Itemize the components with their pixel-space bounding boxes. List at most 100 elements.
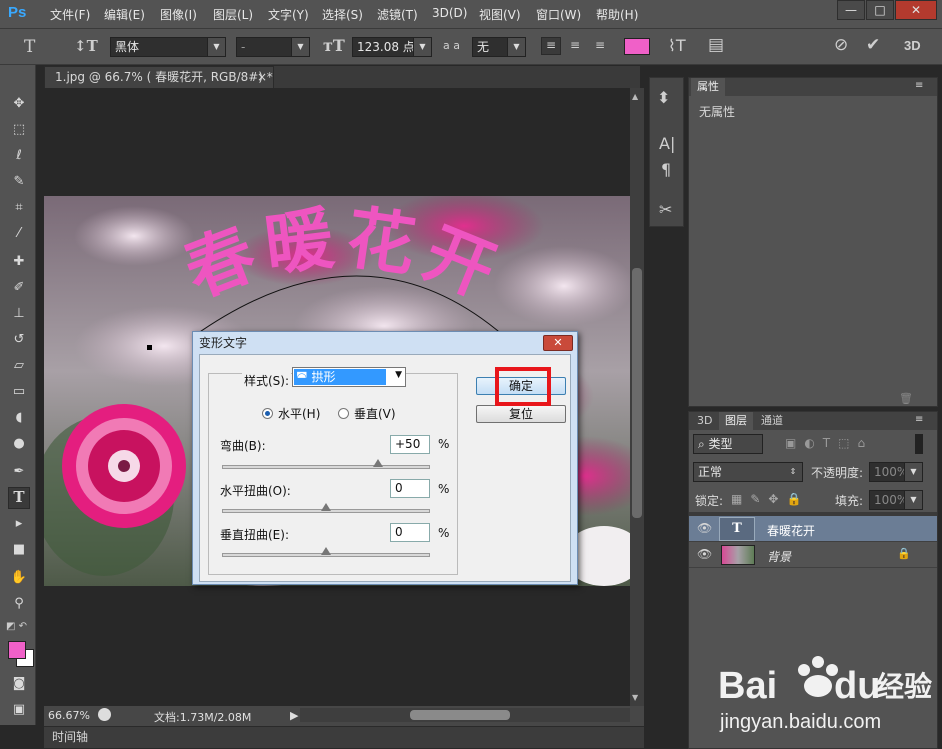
opacity-input[interactable]: 100% ▼ bbox=[869, 462, 923, 482]
minimize-button[interactable]: — bbox=[837, 0, 865, 20]
character-panel-icon[interactable]: ▤ bbox=[708, 35, 724, 55]
antialias-select[interactable]: 无 ▼ bbox=[472, 37, 526, 57]
hand-tool-icon[interactable]: ✋ bbox=[8, 567, 30, 589]
gradient-tool-icon[interactable]: ▭ bbox=[8, 381, 30, 403]
restore-button[interactable]: □ bbox=[866, 0, 894, 20]
vertical-scroll-thumb[interactable] bbox=[632, 268, 642, 518]
fill-input[interactable]: 100% ▼ bbox=[869, 490, 923, 510]
scroll-down-icon[interactable]: ▼ bbox=[632, 693, 638, 702]
dialog-close-button[interactable]: ✕ bbox=[543, 335, 573, 351]
tab-channels[interactable]: 通道 bbox=[755, 412, 789, 430]
pen-tool-icon[interactable]: ✒ bbox=[8, 461, 30, 483]
default-colors-icon[interactable]: ◩ ↶ bbox=[6, 621, 27, 632]
font-family-select[interactable]: 黑体 ▼ bbox=[110, 37, 226, 57]
bend-slider-thumb[interactable] bbox=[373, 459, 383, 467]
horizontal-radio[interactable] bbox=[262, 408, 273, 419]
bend-input[interactable]: +50 bbox=[390, 435, 430, 454]
healing-brush-tool-icon[interactable]: ✚ bbox=[8, 251, 30, 273]
reset-button[interactable]: 复位 bbox=[476, 405, 566, 423]
panel-menu-icon[interactable]: ≡ bbox=[915, 414, 923, 425]
menu-type[interactable]: 文字(Y) bbox=[268, 6, 309, 23]
menu-window[interactable]: 窗口(W) bbox=[536, 6, 581, 23]
tool-presets-icon[interactable]: ✂ bbox=[659, 200, 672, 219]
vertical-scrollbar[interactable]: ▲ ▼ bbox=[630, 88, 644, 706]
tab-layers[interactable]: 图层 bbox=[719, 412, 753, 430]
close-tab-icon[interactable]: × bbox=[257, 67, 267, 87]
marquee-tool-icon[interactable]: ⬚ bbox=[8, 119, 30, 141]
trash-icon[interactable]: 🗑 bbox=[899, 392, 913, 405]
foreground-color-swatch[interactable] bbox=[8, 641, 26, 659]
layer-row-background[interactable]: 👁 背景 🔒 bbox=[689, 542, 937, 568]
zoom-level[interactable]: 66.67% bbox=[48, 709, 90, 722]
menu-help[interactable]: 帮助(H) bbox=[596, 6, 638, 23]
zoom-tool-icon[interactable]: ⚲ bbox=[8, 593, 30, 615]
eye-icon[interactable]: 👁 bbox=[697, 521, 712, 535]
eraser-tool-icon[interactable]: ▱ bbox=[8, 355, 30, 377]
menu-image[interactable]: 图像(I) bbox=[160, 6, 197, 23]
menu-layer[interactable]: 图层(L) bbox=[213, 6, 253, 23]
panel-menu-icon[interactable]: ≡ bbox=[915, 80, 923, 91]
move-tool-icon[interactable]: ✥ bbox=[8, 93, 30, 115]
filter-toggle[interactable] bbox=[915, 434, 923, 454]
crop-tool-icon[interactable]: ⌗ bbox=[8, 197, 30, 219]
character-panel-icon[interactable]: A| bbox=[659, 134, 675, 153]
menu-file[interactable]: 文件(F) bbox=[50, 6, 90, 23]
warp-text-icon[interactable]: ⌇T bbox=[668, 36, 686, 55]
cancel-icon[interactable]: ⊘ bbox=[834, 35, 848, 55]
tab-properties[interactable]: 属性 bbox=[691, 78, 725, 96]
lock-icons[interactable]: ▦✎✥🔒 bbox=[731, 492, 809, 506]
commit-icon[interactable]: ✔ bbox=[866, 35, 880, 55]
document-tab[interactable]: 1.jpg @ 66.7% ( 春暖花开, RGB/8#) * × bbox=[44, 66, 274, 88]
blur-tool-icon[interactable]: ◖ bbox=[8, 407, 30, 429]
history-brush-tool-icon[interactable]: ↺ bbox=[8, 329, 30, 351]
font-style-select[interactable]: - ▼ bbox=[236, 37, 310, 57]
menu-edit[interactable]: 编辑(E) bbox=[104, 6, 145, 23]
style-select[interactable]: ◚ 拱形 ▼ bbox=[292, 367, 406, 387]
timeline-bar[interactable]: 时间轴 bbox=[44, 726, 644, 748]
text-color-swatch[interactable] bbox=[624, 38, 650, 55]
menu-3d[interactable]: 3D(D) bbox=[432, 6, 467, 20]
eye-icon[interactable]: 👁 bbox=[697, 547, 712, 561]
eyedropper-tool-icon[interactable]: ⁄ bbox=[8, 223, 30, 245]
status-menu-icon[interactable] bbox=[98, 708, 111, 721]
scroll-up-icon[interactable]: ▲ bbox=[632, 92, 638, 101]
horizontal-scroll-thumb[interactable] bbox=[410, 710, 510, 720]
quick-mask-icon[interactable]: ◙ bbox=[8, 673, 30, 695]
type-tool-icon[interactable]: T bbox=[24, 37, 35, 57]
vertical-distortion-input[interactable]: 0 bbox=[390, 523, 430, 542]
align-right-button[interactable]: ≡ bbox=[591, 38, 609, 52]
vertical-distortion-thumb[interactable] bbox=[321, 547, 331, 555]
menu-select[interactable]: 选择(S) bbox=[322, 6, 363, 23]
toggle-orientation-icon[interactable]: ↕T bbox=[74, 37, 98, 55]
shape-tool-icon[interactable]: ■ bbox=[8, 539, 30, 561]
status-arrow-icon[interactable]: ▶ bbox=[290, 709, 298, 722]
paragraph-panel-icon[interactable]: ¶ bbox=[661, 160, 671, 179]
align-center-button[interactable]: ≡ bbox=[566, 38, 584, 52]
layer-row-text[interactable]: 👁 T 春暖花开 bbox=[689, 516, 937, 542]
tab-3d[interactable]: 3D bbox=[691, 412, 718, 430]
screen-mode-icon[interactable]: ▣ bbox=[8, 699, 30, 721]
history-panel-icon[interactable]: ⬍ bbox=[657, 88, 670, 107]
blend-mode-select[interactable]: 正常 ⇕ bbox=[693, 462, 803, 482]
stamp-tool-icon[interactable]: ⊥ bbox=[8, 303, 30, 325]
layer-filter-select[interactable]: ⌕ 类型 bbox=[693, 434, 763, 454]
horizontal-scrollbar[interactable] bbox=[300, 708, 630, 722]
align-left-button[interactable]: ≡ bbox=[541, 37, 561, 55]
transform-handle[interactable] bbox=[147, 345, 152, 350]
lasso-tool-icon[interactable]: ℓ bbox=[8, 145, 30, 167]
horizontal-distortion-input[interactable]: 0 bbox=[390, 479, 430, 498]
menu-view[interactable]: 视图(V) bbox=[479, 6, 521, 23]
menu-filter[interactable]: 滤镜(T) bbox=[377, 6, 418, 23]
quick-select-tool-icon[interactable]: ✎ bbox=[8, 171, 30, 193]
path-select-tool-icon[interactable]: ▸ bbox=[8, 513, 30, 535]
dodge-tool-icon[interactable]: ● bbox=[8, 433, 30, 455]
brush-tool-icon[interactable]: ✐ bbox=[8, 277, 30, 299]
horizontal-distortion-thumb[interactable] bbox=[321, 503, 331, 511]
3d-mode-button[interactable]: 3D bbox=[904, 38, 921, 53]
vertical-radio[interactable] bbox=[338, 408, 349, 419]
type-tool-active-icon[interactable]: T bbox=[8, 487, 30, 509]
bend-slider[interactable] bbox=[222, 465, 430, 469]
font-size-select[interactable]: 123.08 点 ▼ bbox=[352, 37, 432, 57]
close-button[interactable]: ✕ bbox=[895, 0, 937, 20]
filter-icons[interactable]: ▣◐T⬚⌂ bbox=[785, 436, 873, 450]
